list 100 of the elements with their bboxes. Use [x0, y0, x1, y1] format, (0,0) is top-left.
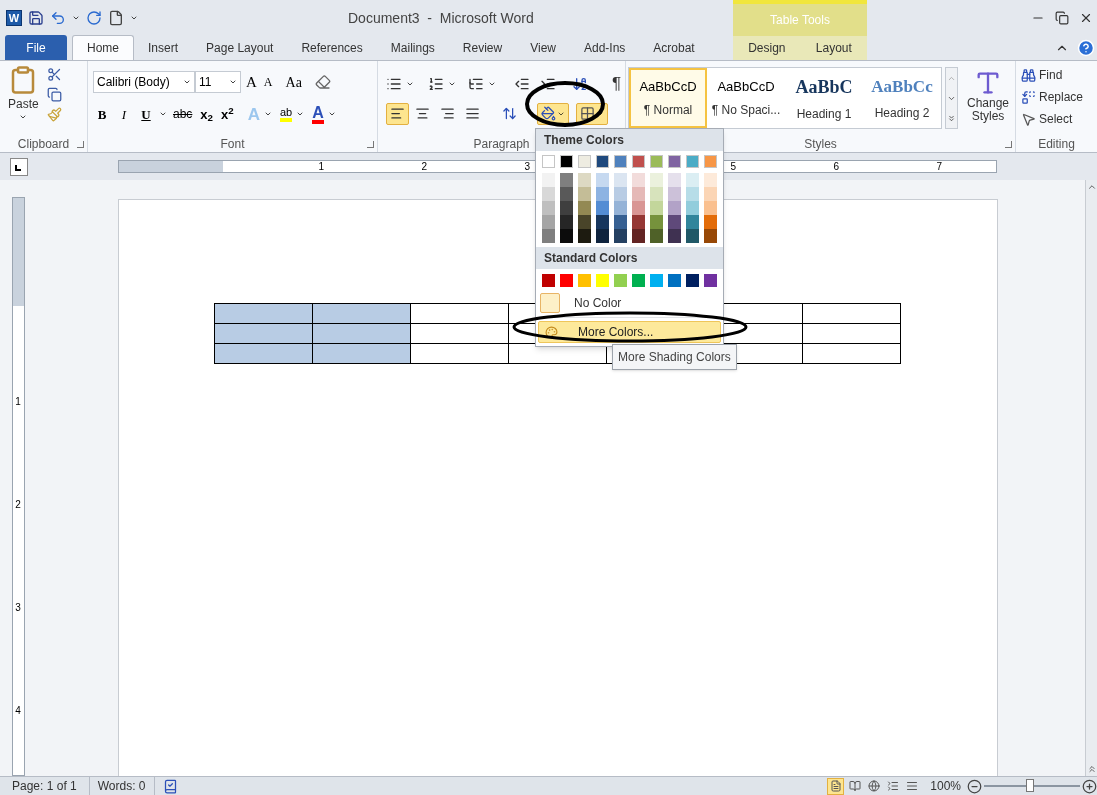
color-swatch[interactable] — [542, 187, 555, 201]
numbering-icon[interactable] — [428, 75, 444, 92]
ribbon-tab[interactable]: Page Layout — [192, 35, 288, 60]
color-swatch[interactable] — [542, 173, 555, 187]
color-swatch[interactable] — [542, 201, 555, 215]
style-gallery-item[interactable]: AaBbCcD ¶ No Spaci... — [707, 68, 785, 128]
color-swatch[interactable] — [650, 173, 663, 187]
strikethrough-button[interactable]: abc — [171, 105, 195, 124]
font-size-field[interactable]: 11 — [195, 71, 241, 94]
color-swatch[interactable] — [632, 274, 645, 287]
color-swatch[interactable] — [560, 215, 573, 229]
color-swatch[interactable] — [596, 155, 609, 168]
color-swatch[interactable] — [650, 201, 663, 215]
color-swatch[interactable] — [560, 274, 573, 287]
color-swatch[interactable] — [596, 274, 609, 287]
table-cell[interactable] — [214, 343, 313, 364]
color-swatch[interactable] — [614, 201, 627, 215]
color-swatch[interactable] — [632, 215, 645, 229]
redo-icon[interactable] — [86, 10, 102, 26]
color-swatch[interactable] — [686, 201, 699, 215]
color-swatch[interactable] — [578, 274, 591, 287]
color-swatch[interactable] — [560, 187, 573, 201]
ribbon-tab[interactable]: Acrobat — [639, 35, 709, 60]
previous-page-icon[interactable] — [1086, 764, 1097, 774]
dialog-launcher-icon[interactable] — [77, 140, 84, 148]
color-swatch[interactable] — [578, 173, 591, 187]
color-swatch[interactable] — [542, 229, 555, 243]
undo-icon[interactable] — [50, 10, 66, 26]
copy-icon[interactable] — [46, 87, 62, 102]
table-cell[interactable] — [410, 303, 509, 324]
save-icon[interactable] — [28, 10, 44, 26]
paste-button[interactable]: Paste — [8, 65, 39, 121]
style-gallery-item[interactable]: AaBbCc Heading 2 — [863, 68, 941, 128]
color-swatch[interactable] — [614, 187, 627, 201]
color-swatch[interactable] — [704, 173, 717, 187]
font-color-button[interactable]: A — [312, 104, 324, 124]
table-cell[interactable] — [214, 303, 313, 324]
color-swatch[interactable] — [596, 187, 609, 201]
color-swatch[interactable] — [596, 215, 609, 229]
word-count[interactable]: Words: 0 — [89, 777, 155, 795]
color-swatch[interactable] — [686, 215, 699, 229]
zoom-level[interactable]: 100% — [930, 777, 961, 795]
color-swatch[interactable] — [704, 187, 717, 201]
style-gallery-item[interactable]: AaBbC Heading 1 — [785, 68, 863, 128]
subscript-button[interactable]: x$_{2}$ — [198, 104, 216, 124]
color-swatch[interactable] — [542, 155, 555, 168]
table-cell[interactable] — [802, 303, 901, 324]
ribbon-tab[interactable]: File — [5, 35, 67, 60]
color-swatch[interactable] — [668, 155, 681, 168]
sort-icon[interactable] — [572, 75, 588, 92]
ribbon-tab[interactable]: Review — [448, 35, 517, 60]
color-swatch[interactable] — [686, 274, 699, 287]
color-swatch[interactable] — [632, 155, 645, 168]
color-swatch[interactable] — [578, 201, 591, 215]
color-swatch[interactable] — [614, 155, 627, 168]
color-swatch[interactable] — [704, 274, 717, 287]
color-swatch[interactable] — [542, 215, 555, 229]
color-swatch[interactable] — [596, 173, 609, 187]
color-swatch[interactable] — [596, 229, 609, 243]
zoom-in-icon[interactable] — [1082, 778, 1097, 794]
tab-stop-icon[interactable] — [10, 157, 28, 176]
color-swatch[interactable] — [650, 274, 663, 287]
scissors-icon[interactable] — [46, 67, 62, 82]
vertical-ruler[interactable]: 1 2 3 4 — [11, 197, 25, 776]
color-swatch[interactable] — [578, 215, 591, 229]
zoom-slider-thumb[interactable] — [1026, 779, 1035, 792]
color-swatch[interactable] — [632, 187, 645, 201]
color-swatch[interactable] — [686, 173, 699, 187]
color-swatch[interactable] — [596, 201, 609, 215]
color-swatch[interactable] — [560, 201, 573, 215]
color-swatch[interactable] — [668, 173, 681, 187]
color-swatch[interactable] — [668, 201, 681, 215]
scroll-up-icon[interactable] — [1086, 182, 1097, 192]
ribbon-tab[interactable]: References — [287, 35, 377, 60]
page-count[interactable]: Page: 1 of 1 — [0, 777, 90, 795]
find-button[interactable]: Find — [1021, 66, 1097, 84]
shading-button[interactable] — [537, 102, 569, 125]
font-name-field[interactable]: Calibri (Body) — [93, 71, 195, 94]
view-button[interactable] — [827, 777, 845, 795]
color-swatch[interactable] — [614, 229, 627, 243]
change-case-button[interactable]: Aa — [281, 71, 306, 93]
color-swatch[interactable] — [632, 201, 645, 215]
dialog-launcher-icon[interactable] — [367, 140, 374, 148]
color-swatch[interactable] — [560, 173, 573, 187]
format-painter-icon[interactable] — [46, 107, 62, 122]
color-swatch[interactable] — [668, 187, 681, 201]
style-gallery-item[interactable]: AaBbCcD ¶ Normal — [629, 68, 707, 128]
ribbon-tab[interactable]: Insert — [134, 35, 193, 60]
color-swatch[interactable] — [542, 274, 555, 287]
color-swatch[interactable] — [560, 229, 573, 243]
color-swatch[interactable] — [704, 215, 717, 229]
change-styles-button[interactable]: Change Styles — [961, 67, 1015, 123]
ribbon-tab[interactable]: Add-Ins — [569, 35, 640, 60]
color-swatch[interactable] — [614, 215, 627, 229]
replace-button[interactable]: Replace — [1021, 88, 1097, 106]
color-swatch[interactable] — [668, 274, 681, 287]
color-swatch[interactable] — [614, 274, 627, 287]
color-swatch[interactable] — [650, 155, 663, 168]
color-swatch[interactable] — [650, 215, 663, 229]
view-button[interactable] — [865, 777, 883, 795]
